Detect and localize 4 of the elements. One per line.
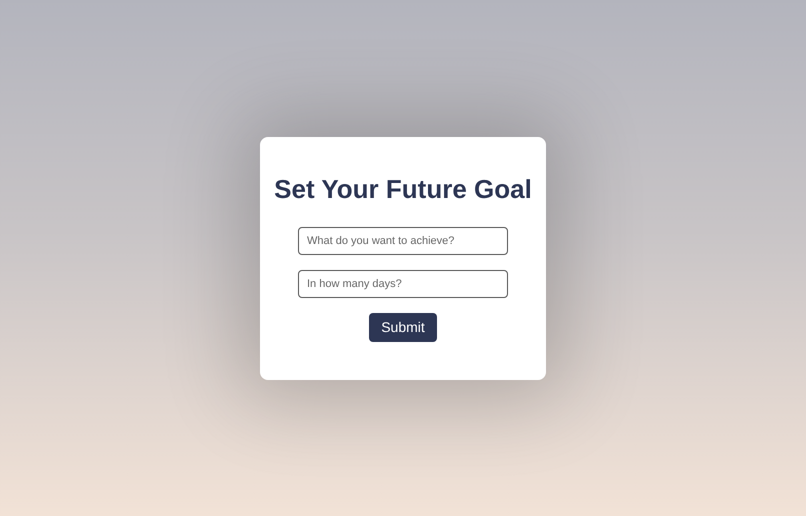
submit-button[interactable]: Submit [369, 312, 437, 342]
input-field[interactable]: In how many days? [298, 270, 508, 298]
input-field[interactable]: What do you want to achieve? [298, 226, 508, 254]
card-title: Set Your Future Goal [274, 172, 532, 204]
